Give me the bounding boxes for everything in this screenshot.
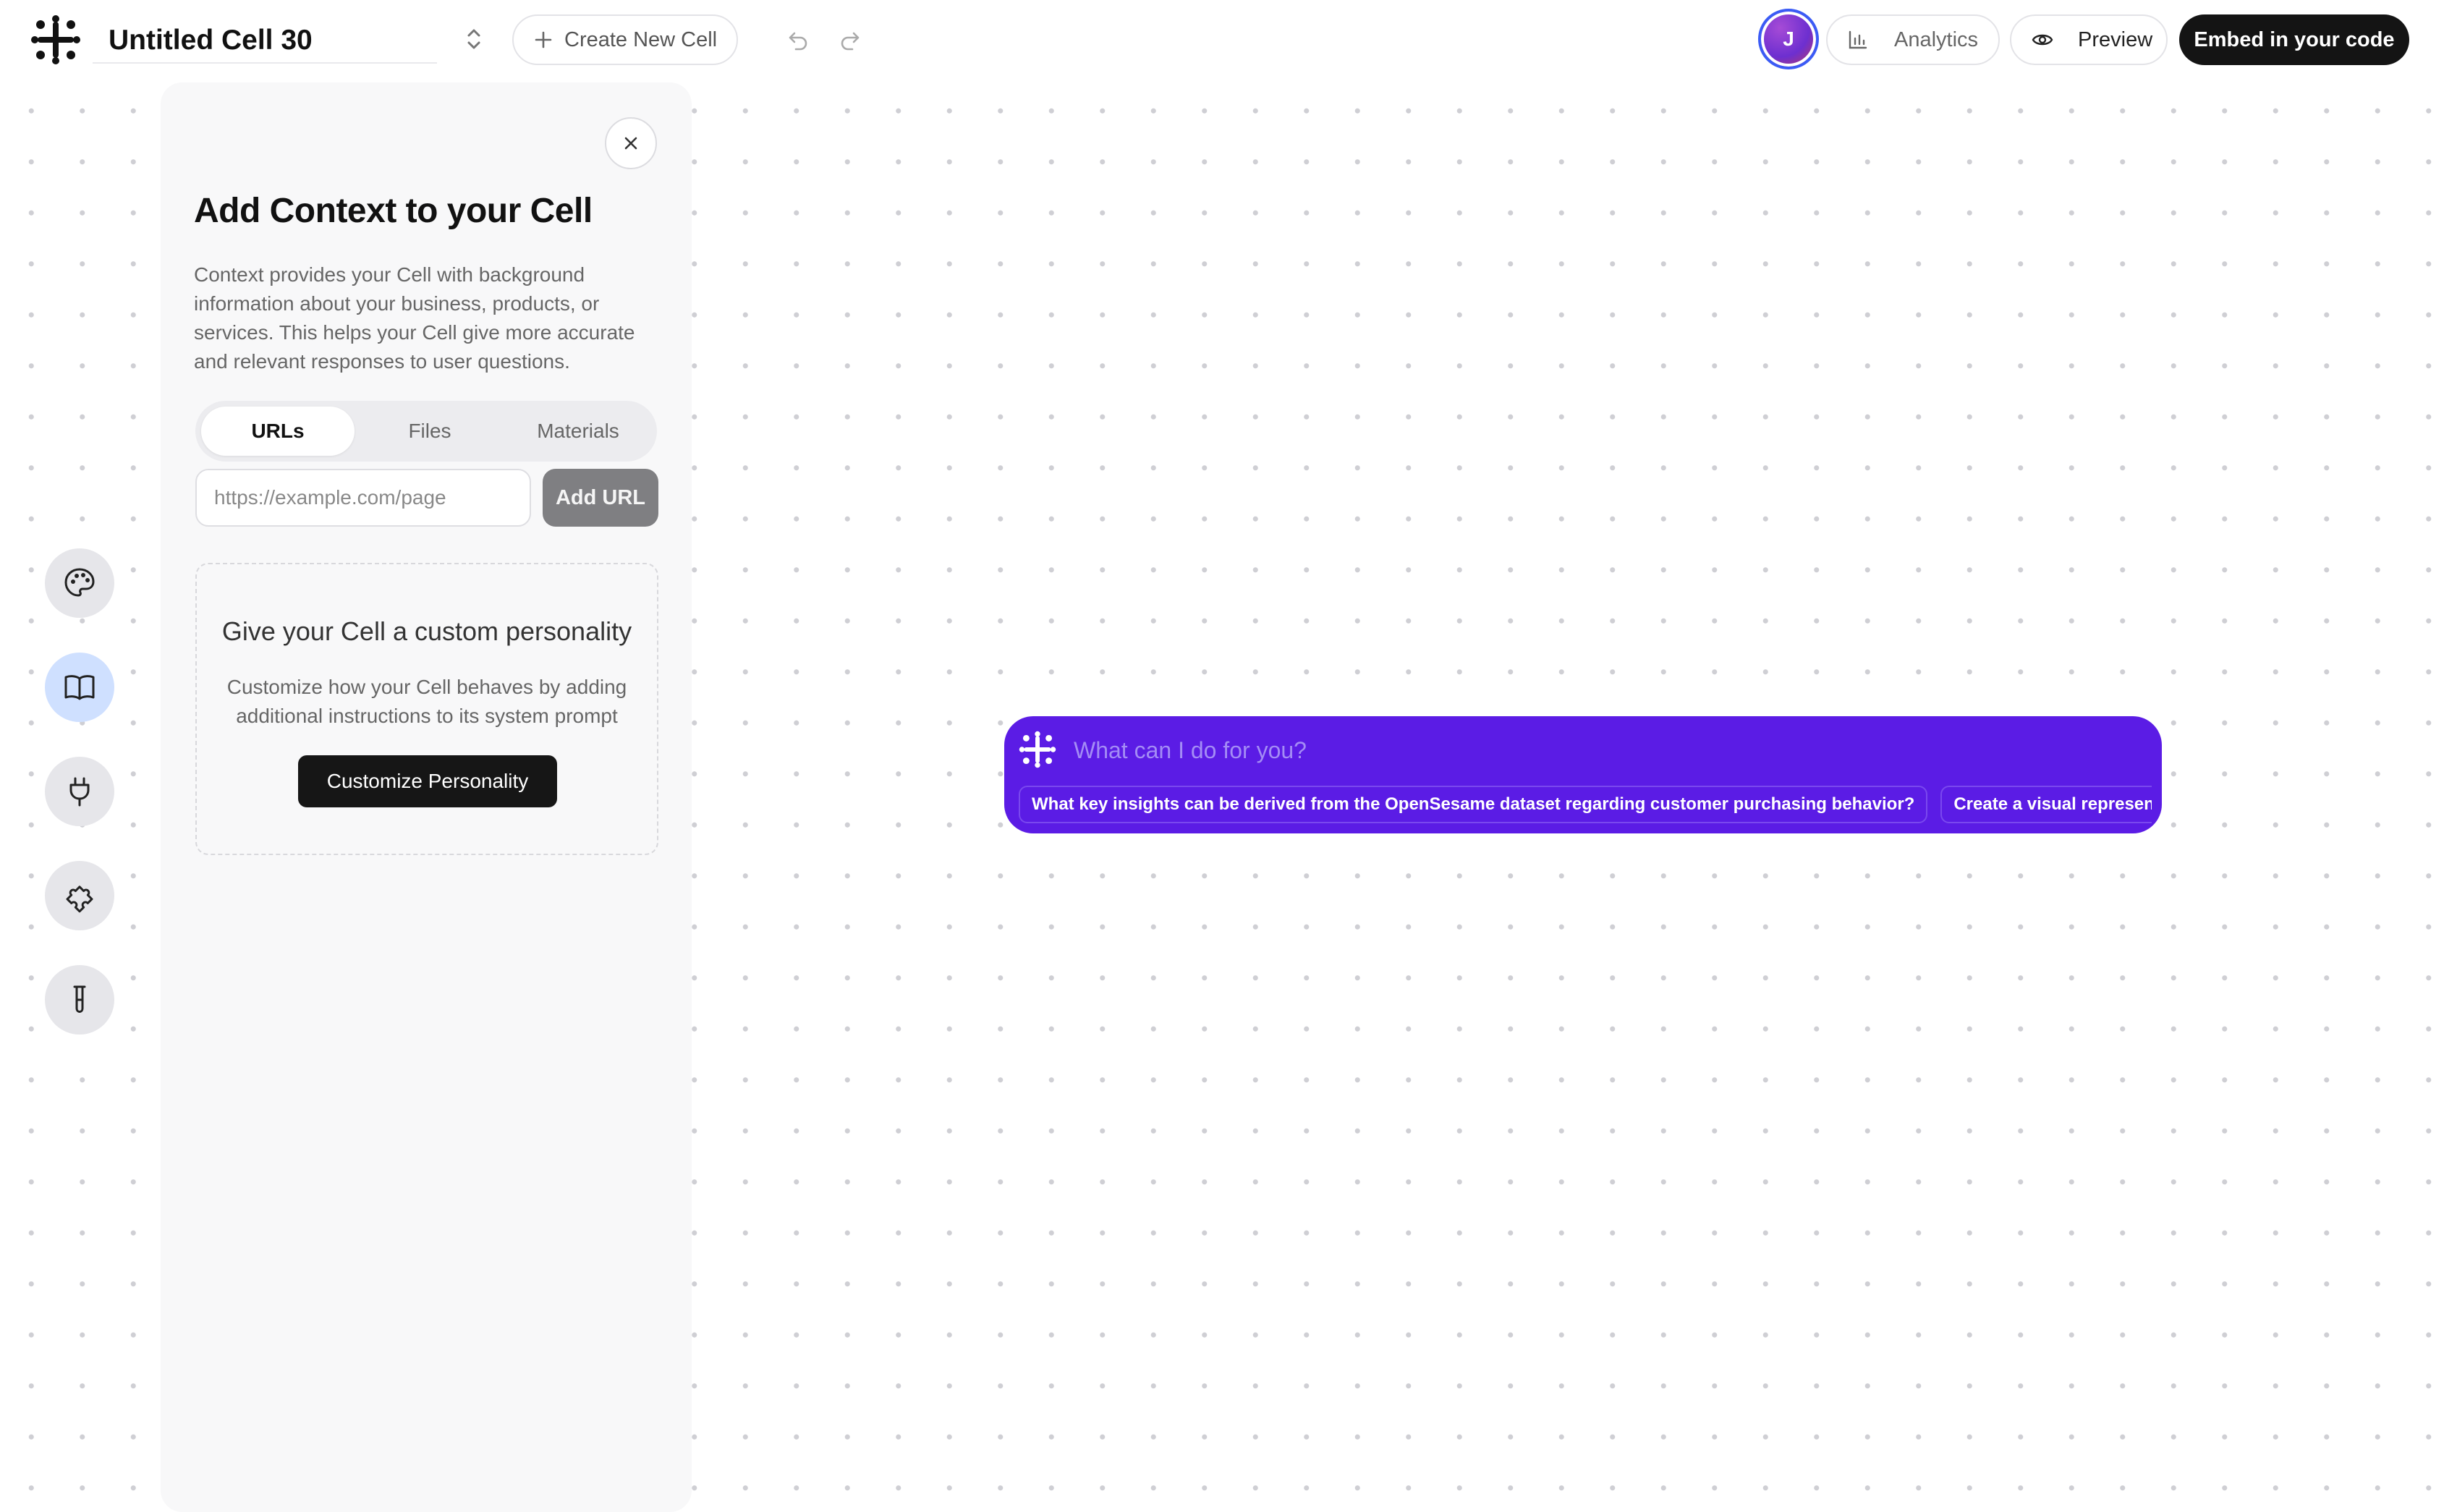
embed-label: Embed in your code	[2194, 27, 2395, 51]
bar-chart-icon	[1849, 30, 1867, 49]
undo-icon[interactable]	[786, 27, 810, 52]
rail-context-button[interactable]	[45, 653, 114, 722]
cell-logo-icon	[1019, 731, 1056, 768]
rail-appearance-button[interactable]	[45, 548, 114, 618]
create-new-cell-button[interactable]: Create New Cell	[512, 14, 738, 65]
user-avatar[interactable]: J	[1758, 9, 1819, 69]
close-icon	[624, 137, 637, 150]
tab-materials[interactable]: Materials	[505, 407, 651, 456]
customize-personality-label: Customize Personality	[326, 770, 529, 792]
rail-integrations-button[interactable]	[45, 757, 114, 826]
suggestion-chip[interactable]: What key insights can be derived from th…	[1019, 786, 1928, 823]
cell-title-field[interactable]: Untitled Cell 30	[93, 14, 437, 64]
suggestion-list: What key insights can be derived from th…	[1019, 786, 2152, 823]
panel-title: Add Context to your Cell	[194, 192, 593, 230]
tab-files[interactable]: Files	[357, 407, 502, 456]
preview-button[interactable]: Preview	[2010, 14, 2168, 65]
plug-icon	[69, 777, 90, 807]
analytics-button[interactable]: Analytics	[1826, 14, 2000, 65]
chat-widget-preview: What key insights can be derived from th…	[1004, 716, 2162, 833]
chat-input[interactable]	[1072, 729, 2016, 771]
add-url-label: Add URL	[555, 485, 646, 509]
rail-testing-button[interactable]	[45, 965, 114, 1035]
customize-personality-button[interactable]: Customize Personality	[298, 755, 557, 807]
panel-description: Context provides your Cell with backgrou…	[194, 263, 635, 373]
book-icon	[64, 675, 95, 700]
rail-extensions-button[interactable]	[45, 861, 114, 930]
palette-icon	[64, 568, 95, 597]
personality-title: Give your Cell a custom personality	[221, 616, 632, 646]
context-tabs: URLs Files Materials	[195, 401, 657, 462]
plus-icon	[535, 31, 552, 48]
eye-icon	[2032, 34, 2053, 46]
top-bar: Untitled Cell 30 Create New Cell J Analy…	[0, 0, 2444, 80]
test-tube-icon	[73, 985, 86, 1013]
tab-urls[interactable]: URLs	[201, 407, 355, 456]
app-logo-icon[interactable]	[30, 14, 81, 65]
context-panel: Add Context to your Cell Context provide…	[161, 82, 692, 1512]
chevron-up-down-icon[interactable]	[463, 25, 485, 54]
cell-title: Untitled Cell 30	[109, 25, 313, 56]
embed-in-your-code-button[interactable]: Embed in your code	[2179, 14, 2409, 65]
puzzle-icon	[66, 885, 93, 913]
preview-label: Preview	[2078, 27, 2153, 51]
avatar-initial: J	[1783, 27, 1794, 50]
analytics-label: Analytics	[1894, 27, 1979, 51]
suggestion-chip[interactable]: Create a visual representatio	[1940, 786, 2152, 823]
add-url-button[interactable]: Add URL	[543, 469, 658, 527]
url-input[interactable]	[195, 469, 531, 527]
redo-icon[interactable]	[838, 27, 862, 52]
create-new-cell-label: Create New Cell	[564, 27, 718, 51]
close-panel-button[interactable]	[605, 117, 657, 169]
personality-card: Give your Cell a custom personality Cust…	[195, 563, 658, 855]
personality-description: Customize how your Cell behaves by addin…	[226, 676, 627, 727]
